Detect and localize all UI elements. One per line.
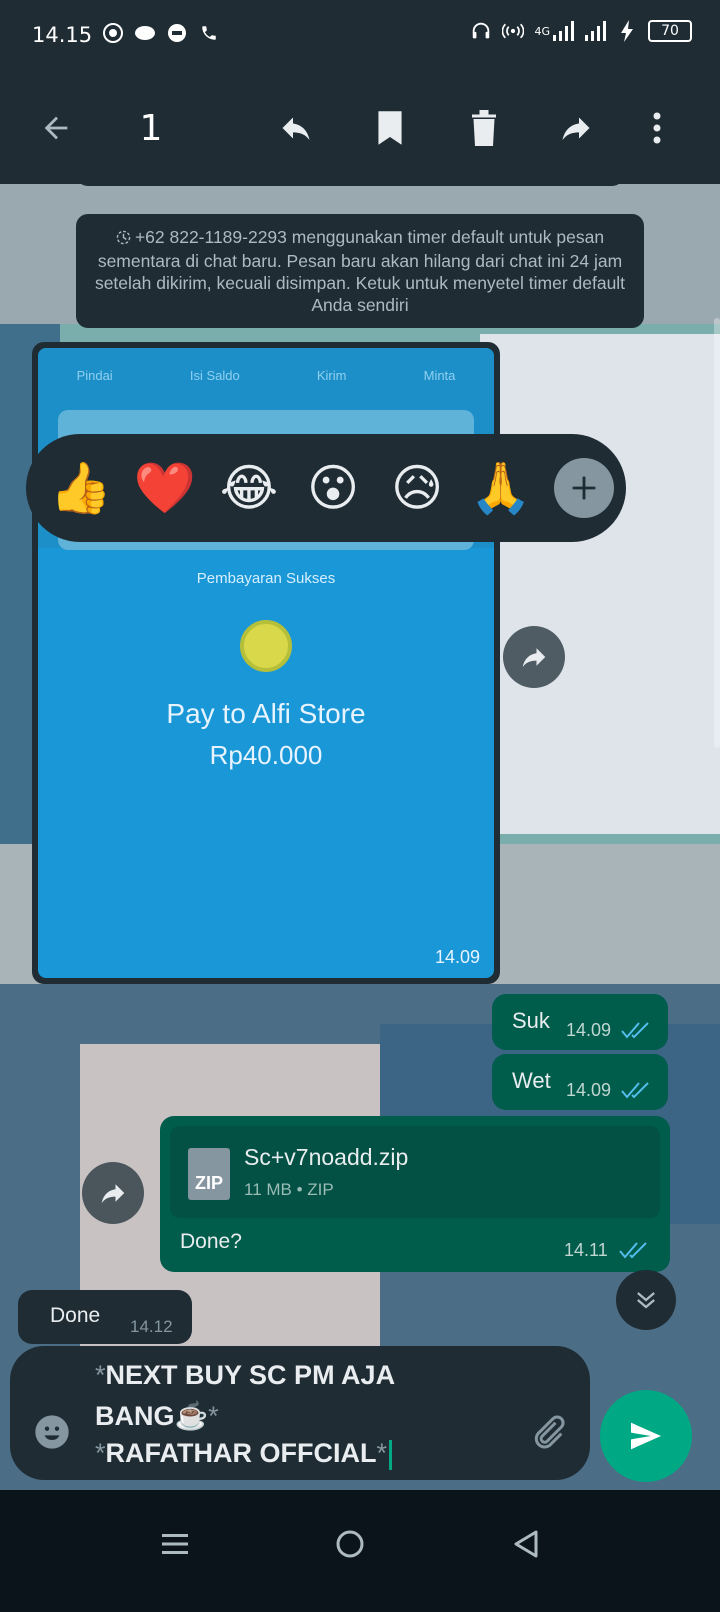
back-nav-button[interactable] xyxy=(496,1514,556,1574)
back-arrow-icon xyxy=(44,116,68,140)
back-button[interactable] xyxy=(34,104,78,152)
text-cursor xyxy=(389,1439,392,1470)
composer-text-line: BANG☕* xyxy=(95,1401,219,1431)
read-ticks-icon xyxy=(619,1242,647,1259)
status-system-icons: 4G 70 xyxy=(470,20,692,42)
forward-icon xyxy=(522,648,546,667)
send-button[interactable] xyxy=(600,1390,692,1482)
outgoing-message[interactable]: Wet 14.09 xyxy=(492,1054,668,1110)
message-time: 14.09 xyxy=(434,947,480,967)
chat-area[interactable]: +62 822-1189-2293 menggunakan timer defa… xyxy=(0,184,720,1532)
reaction-pray[interactable]: 🙏 xyxy=(464,451,538,525)
read-ticks-icon xyxy=(621,1022,649,1039)
forward-icon xyxy=(101,1184,125,1203)
outgoing-message[interactable]: Suk 14.09 xyxy=(492,994,668,1050)
disappearing-timer-notice[interactable]: +62 822-1189-2293 menggunakan timer defa… xyxy=(76,214,644,328)
payee-text: Pay to Alfi Store xyxy=(166,698,366,729)
recent-apps-button[interactable] xyxy=(145,1514,205,1574)
composer-text-line: *NEXT BUY SC PM AJA xyxy=(95,1360,396,1390)
double-chevron-down-icon xyxy=(637,1292,655,1309)
reply-icon xyxy=(282,117,310,140)
triangle-back-icon xyxy=(514,1530,538,1558)
forward-button[interactable] xyxy=(552,104,600,152)
message-text: Wet xyxy=(512,1068,551,1093)
more-vert-icon xyxy=(653,112,661,144)
message-composer[interactable]: *NEXT BUY SC PM AJA BANG☕* *RAFATHAR OFF… xyxy=(10,1346,590,1480)
message-icon xyxy=(166,22,188,44)
more-reactions-button[interactable] xyxy=(554,458,614,518)
read-ticks-icon xyxy=(621,1082,649,1099)
hotspot-icon xyxy=(502,20,525,42)
forward-icon xyxy=(562,117,590,140)
payment-status: Pembayaran Sukses xyxy=(196,570,336,587)
menu-icon xyxy=(162,1534,188,1554)
document-caption: Done? xyxy=(180,1230,242,1253)
message-text: Suk xyxy=(512,1008,550,1033)
trash-icon xyxy=(472,110,496,146)
headset-icon xyxy=(470,20,492,42)
forward-shortcut-button[interactable] xyxy=(503,626,565,688)
document-message[interactable]: ZIP Sc+v7noadd.zip 11 MB • ZIP Done? 14.… xyxy=(160,1116,670,1272)
message-text: Done xyxy=(50,1304,101,1327)
screenshot-tabs: Pindai Isi Saldo Kirim Minta xyxy=(76,368,456,383)
reaction-surprised[interactable]: 😮 xyxy=(296,451,370,525)
more-options-button[interactable] xyxy=(640,104,674,152)
message-time: 14.09 xyxy=(566,1080,612,1100)
selection-toolbar: 1 xyxy=(0,72,720,184)
chat-scrollbar[interactable] xyxy=(714,318,720,748)
payment-amount: Rp40.000 xyxy=(209,740,323,770)
signal-icon: 4G xyxy=(534,20,574,42)
message-time: 14.11 xyxy=(564,1240,608,1260)
timer-icon xyxy=(116,228,131,250)
system-navigation-bar xyxy=(0,1490,720,1612)
document-meta: 11 MB • ZIP xyxy=(244,1180,334,1199)
previous-bubble xyxy=(76,184,624,186)
emoji-icon xyxy=(35,1415,69,1449)
attach-button[interactable] xyxy=(528,1412,568,1457)
status-time: 14.15 xyxy=(32,23,93,47)
paperclip-icon xyxy=(534,1415,565,1449)
reaction-picker: 👍 ❤️ 😂 😮 😥 🙏 xyxy=(26,434,626,542)
scroll-to-bottom-button[interactable] xyxy=(616,1270,676,1330)
charging-icon xyxy=(616,20,638,42)
document-attachment[interactable]: ZIP Sc+v7noadd.zip 11 MB • ZIP xyxy=(170,1126,660,1218)
phone-icon xyxy=(198,22,220,44)
reaction-laughing[interactable]: 😂 xyxy=(212,451,286,525)
reply-button[interactable] xyxy=(272,104,320,152)
emoji-button[interactable] xyxy=(32,1412,72,1457)
star-button[interactable] xyxy=(366,104,414,152)
document-filename: Sc+v7noadd.zip xyxy=(244,1144,409,1170)
send-icon xyxy=(631,1422,661,1450)
reaction-sad[interactable]: 😥 xyxy=(380,451,454,525)
message-time: 14.09 xyxy=(566,1020,612,1040)
battery-indicator: 70 xyxy=(648,20,692,42)
plus-icon xyxy=(572,476,596,500)
app-icon xyxy=(134,22,156,44)
zip-file-icon: ZIP xyxy=(188,1148,230,1200)
forward-shortcut-button[interactable] xyxy=(82,1162,144,1224)
reaction-heart[interactable]: ❤️ xyxy=(128,451,202,525)
reaction-thumbs-up[interactable]: 👍 xyxy=(44,451,118,525)
chrome-icon xyxy=(102,22,124,44)
message-time: 14.12 xyxy=(130,1317,173,1336)
incoming-message[interactable]: Done 14.12 xyxy=(18,1290,192,1344)
selected-count: 1 xyxy=(139,107,163,149)
status-bar: 14.15 4G 70 xyxy=(0,0,720,72)
notice-text: +62 822-1189-2293 menggunakan timer defa… xyxy=(94,227,626,315)
home-button[interactable] xyxy=(320,1514,380,1574)
composer-text-line: *RAFATHAR OFFCIAL* xyxy=(95,1438,392,1470)
home-circle-icon xyxy=(336,1530,364,1558)
bookmark-icon xyxy=(378,111,402,145)
coin-icon xyxy=(240,620,292,672)
status-notification-icons xyxy=(102,22,220,44)
delete-button[interactable] xyxy=(460,104,508,152)
signal-2-icon xyxy=(584,20,606,42)
